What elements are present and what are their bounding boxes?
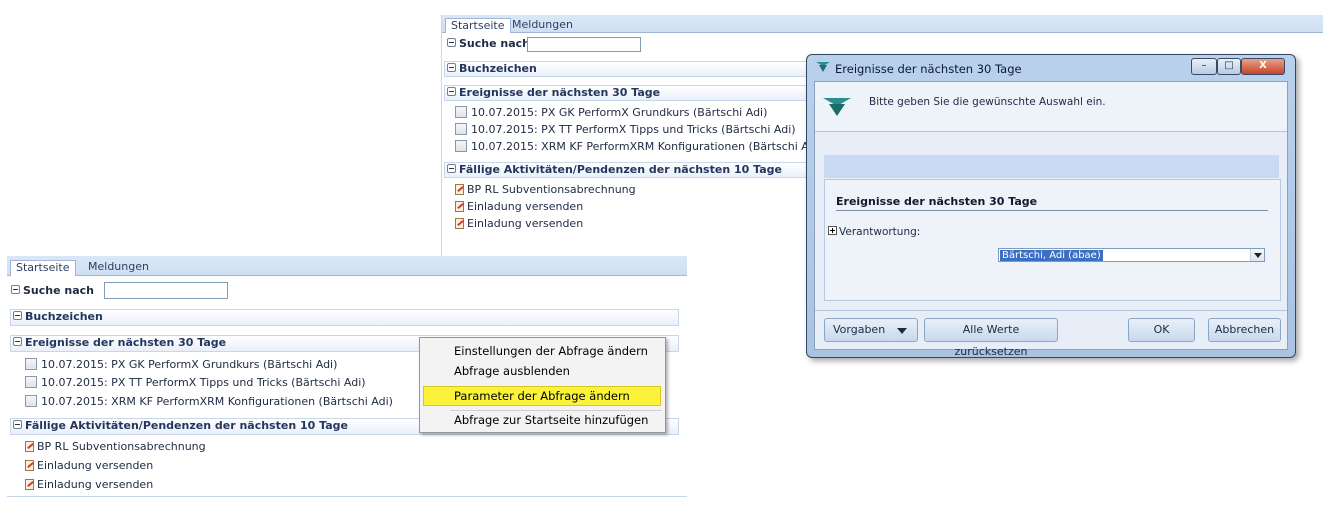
responsibility-label: Verantwortung: bbox=[828, 226, 920, 238]
task-item[interactable]: Einladung versenden bbox=[455, 199, 583, 215]
event-item[interactable]: 10.07.2015: XRM KF PerformXRM Konfigurat… bbox=[25, 394, 393, 410]
events-section-header[interactable]: Ereignisse der nächsten 30 Tage bbox=[444, 85, 810, 101]
dialog-header: Bitte geben Sie die gewünschte Auswahl e… bbox=[815, 82, 1287, 132]
task-icon bbox=[25, 441, 34, 452]
search-label: Suche nach bbox=[11, 283, 94, 299]
collapse-icon[interactable] bbox=[11, 285, 20, 294]
cancel-button[interactable]: Abbrechen bbox=[1208, 318, 1281, 342]
close-button[interactable]: X bbox=[1241, 58, 1285, 75]
collapse-icon[interactable] bbox=[447, 38, 456, 47]
search-label: Suche nach bbox=[447, 36, 530, 52]
event-item[interactable]: 10.07.2015: PX GK PerformX Grundkurs (Bä… bbox=[455, 105, 767, 121]
ok-button[interactable]: OK bbox=[1128, 318, 1195, 342]
event-item[interactable]: 10.07.2015: PX TT PerformX Tipps und Tri… bbox=[25, 375, 366, 391]
collapse-icon[interactable] bbox=[447, 87, 456, 96]
maximize-button[interactable]: □ bbox=[1217, 58, 1241, 75]
query-parameter-dialog: Ereignisse der nächsten 30 Tage – □ X Bi… bbox=[806, 54, 1296, 358]
bookmarks-section-header[interactable]: Buchzeichen bbox=[444, 61, 810, 77]
search-input[interactable] bbox=[527, 37, 641, 52]
panel-divider bbox=[7, 496, 687, 497]
minimize-button[interactable]: – bbox=[1191, 58, 1217, 75]
chevron-down-icon bbox=[897, 328, 907, 334]
footer-divider bbox=[815, 310, 1287, 311]
event-icon bbox=[25, 395, 37, 407]
task-icon bbox=[455, 218, 464, 229]
collapse-icon[interactable] bbox=[447, 63, 456, 72]
tasks-section-header[interactable]: Fällige Aktivitäten/Pendenzen der nächst… bbox=[444, 162, 810, 178]
tab-meldungen[interactable]: Meldungen bbox=[507, 18, 578, 33]
expand-icon[interactable] bbox=[828, 226, 837, 235]
search-input[interactable] bbox=[104, 282, 228, 299]
event-item[interactable]: 10.07.2015: PX TT PerformX Tipps und Tri… bbox=[455, 122, 796, 138]
responsibility-dropdown[interactable]: Bärtschi, Adi (abae) bbox=[998, 248, 1265, 262]
menu-item-edit-query-parameters[interactable]: Parameter der Abfrage ändern bbox=[454, 387, 630, 405]
menu-item-add-query-to-startpage[interactable]: Abfrage zur Startseite hinzufügen bbox=[454, 411, 648, 429]
menu-item-hide-query[interactable]: Abfrage ausblenden bbox=[454, 362, 570, 380]
menu-item-edit-query-settings[interactable]: Einstellungen der Abfrage ändern bbox=[454, 342, 648, 360]
tab-startseite[interactable]: Startseite bbox=[445, 18, 511, 33]
tab-startseite[interactable]: Startseite bbox=[10, 260, 76, 276]
context-menu: Einstellungen der Abfrage ändern Abfrage… bbox=[419, 337, 666, 433]
collapse-icon[interactable] bbox=[13, 420, 22, 429]
parameter-group: Ereignisse der nächsten 30 Tage Verantwo… bbox=[824, 179, 1281, 301]
app-logo-icon bbox=[823, 98, 851, 116]
task-icon bbox=[455, 184, 464, 195]
collapse-icon[interactable] bbox=[13, 311, 22, 320]
event-icon bbox=[455, 140, 467, 152]
tab-bar: Startseite Meldungen bbox=[7, 256, 687, 276]
group-title: Ereignisse der nächsten 30 Tage bbox=[836, 195, 1038, 208]
collapse-icon[interactable] bbox=[13, 337, 22, 346]
bookmarks-section-header[interactable]: Buchzeichen bbox=[10, 309, 679, 326]
task-item[interactable]: Einladung versenden bbox=[455, 216, 583, 232]
group-divider bbox=[836, 210, 1268, 211]
task-item[interactable]: Einladung versenden bbox=[25, 477, 153, 493]
dialog-body: Bitte geben Sie die gewünschte Auswahl e… bbox=[814, 81, 1288, 358]
task-icon bbox=[25, 460, 34, 471]
event-icon bbox=[25, 358, 37, 370]
event-icon bbox=[455, 123, 467, 135]
collapse-icon[interactable] bbox=[447, 164, 456, 173]
defaults-button[interactable]: Vorgaben bbox=[824, 318, 918, 342]
event-icon bbox=[25, 376, 37, 388]
reset-all-button[interactable]: Alle Werte zurücksetzen bbox=[924, 318, 1058, 358]
task-icon bbox=[455, 201, 464, 212]
task-item[interactable]: BP RL Subventionsabrechnung bbox=[25, 439, 206, 455]
task-icon bbox=[25, 479, 34, 490]
filter-band bbox=[824, 155, 1279, 178]
event-icon bbox=[455, 106, 467, 118]
app-logo-icon bbox=[816, 62, 830, 72]
event-item[interactable]: 10.07.2015: XRM KF PerformXRM Konfigurat… bbox=[455, 139, 823, 155]
event-item[interactable]: 10.07.2015: PX GK PerformX Grundkurs (Bä… bbox=[25, 357, 337, 373]
task-item[interactable]: BP RL Subventionsabrechnung bbox=[455, 182, 636, 198]
tab-meldungen[interactable]: Meldungen bbox=[83, 260, 154, 275]
task-item[interactable]: Einladung versenden bbox=[25, 458, 153, 474]
chevron-down-icon[interactable] bbox=[1250, 249, 1264, 261]
tab-bar: Startseite Meldungen bbox=[441, 15, 1323, 33]
dialog-title: Ereignisse der nächsten 30 Tage bbox=[835, 62, 1022, 76]
dropdown-value: Bärtschi, Adi (abae) bbox=[1000, 250, 1103, 261]
dialog-instruction: Bitte geben Sie die gewünschte Auswahl e… bbox=[869, 96, 1106, 108]
